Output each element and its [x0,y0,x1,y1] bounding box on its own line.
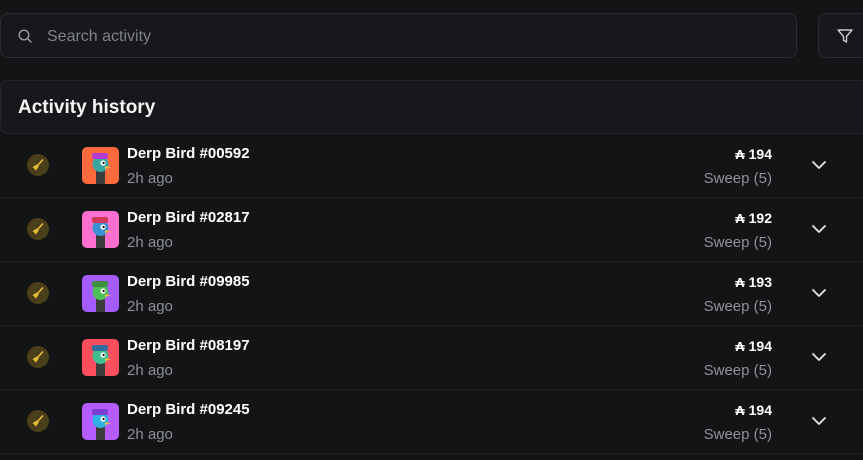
transaction-type: Sweep (5) [703,234,772,251]
activity-row[interactable]: Derp Bird #09985 2h ago ₳ 193 Sweep (5) [0,262,863,326]
astar-currency-icon: ₳ [735,146,745,162]
nft-thumbnail[interactable] [82,339,119,376]
chevron-down-icon [812,353,826,361]
astar-currency-icon: ₳ [735,338,745,354]
panel-title: Activity history [18,97,156,118]
activity-row[interactable]: Derp Bird #09245 2h ago ₳ 194 Sweep (5) [0,390,863,454]
transaction-type: Sweep (5) [703,298,772,315]
chevron-down-icon [812,161,826,169]
price: ₳ 192 [735,210,772,226]
item-name[interactable]: Derp Bird #00592 [127,145,250,162]
price-value: 192 [748,210,772,226]
item-name[interactable]: Derp Bird #09245 [127,401,250,418]
item-time: 2h ago [127,426,173,443]
expand-button[interactable] [808,282,830,304]
item-time: 2h ago [127,362,173,379]
nft-thumbnail[interactable] [82,275,119,312]
broom-icon [27,346,49,368]
price-value: 194 [748,402,772,418]
price: ₳ 194 [735,338,772,354]
expand-button[interactable] [808,218,830,240]
transaction-type: Sweep (5) [703,426,772,443]
search-box[interactable] [0,13,797,59]
activity-list: Derp Bird #00592 2h ago ₳ 194 Sweep (5) [0,134,863,454]
activity-row[interactable]: Derp Bird #02817 2h ago ₳ 192 Sweep (5) [0,198,863,262]
nft-thumbnail[interactable] [82,147,119,184]
price-value: 194 [748,338,772,354]
chevron-down-icon [812,225,826,233]
expand-button[interactable] [808,154,830,176]
activity-row[interactable]: Derp Bird #00592 2h ago ₳ 194 Sweep (5) [0,134,863,198]
search-icon [18,29,32,43]
astar-currency-icon: ₳ [735,210,745,226]
price: ₳ 194 [735,146,772,162]
chevron-down-icon [812,289,826,297]
item-name[interactable]: Derp Bird #08197 [127,337,250,354]
price-value: 194 [748,146,772,162]
nft-thumbnail[interactable] [82,403,119,440]
chevron-down-icon [812,417,826,425]
item-time: 2h ago [127,298,173,315]
price: ₳ 194 [735,402,772,418]
item-time: 2h ago [127,170,173,187]
broom-icon [27,410,49,432]
item-name[interactable]: Derp Bird #02817 [127,209,250,226]
item-name[interactable]: Derp Bird #09985 [127,273,250,290]
expand-button[interactable] [808,346,830,368]
nft-thumbnail[interactable] [82,211,119,248]
filter-icon [837,29,853,43]
activity-history-header: Activity history [0,80,863,134]
broom-icon [27,154,49,176]
astar-currency-icon: ₳ [735,274,745,290]
activity-row[interactable]: Derp Bird #08197 2h ago ₳ 194 Sweep (5) [0,326,863,390]
price: ₳ 193 [735,274,772,290]
broom-icon [27,282,49,304]
item-time: 2h ago [127,234,173,251]
broom-icon [27,218,49,240]
astar-currency-icon: ₳ [735,402,745,418]
search-input[interactable] [45,14,749,59]
transaction-type: Sweep (5) [703,362,772,379]
expand-button[interactable] [808,410,830,432]
price-value: 193 [748,274,772,290]
transaction-type: Sweep (5) [703,170,772,187]
filter-button[interactable] [818,13,863,58]
